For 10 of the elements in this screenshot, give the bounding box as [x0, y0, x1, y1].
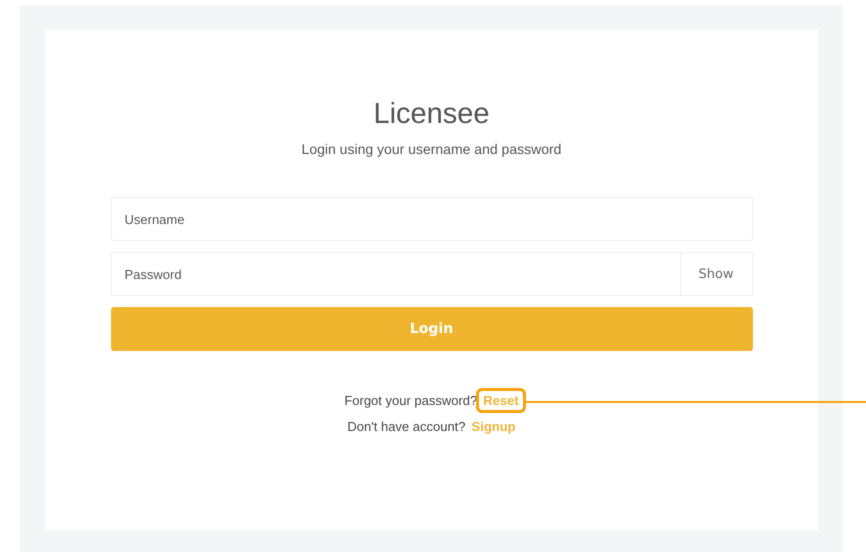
signup-link[interactable]: Signup: [464, 414, 523, 439]
login-button[interactable]: Login: [110, 307, 752, 351]
reset-link[interactable]: Reset: [476, 388, 526, 413]
password-field[interactable]: Password Show: [110, 252, 752, 296]
link-prompt: Forgot your password?: [344, 393, 478, 408]
username-field[interactable]: Username: [110, 197, 752, 241]
subtitle: Login using your username and password: [302, 141, 562, 157]
link-prompt: Don't have account?: [347, 419, 466, 434]
page-title: Licensee: [373, 98, 490, 131]
show-password-button[interactable]: Show: [680, 253, 752, 295]
